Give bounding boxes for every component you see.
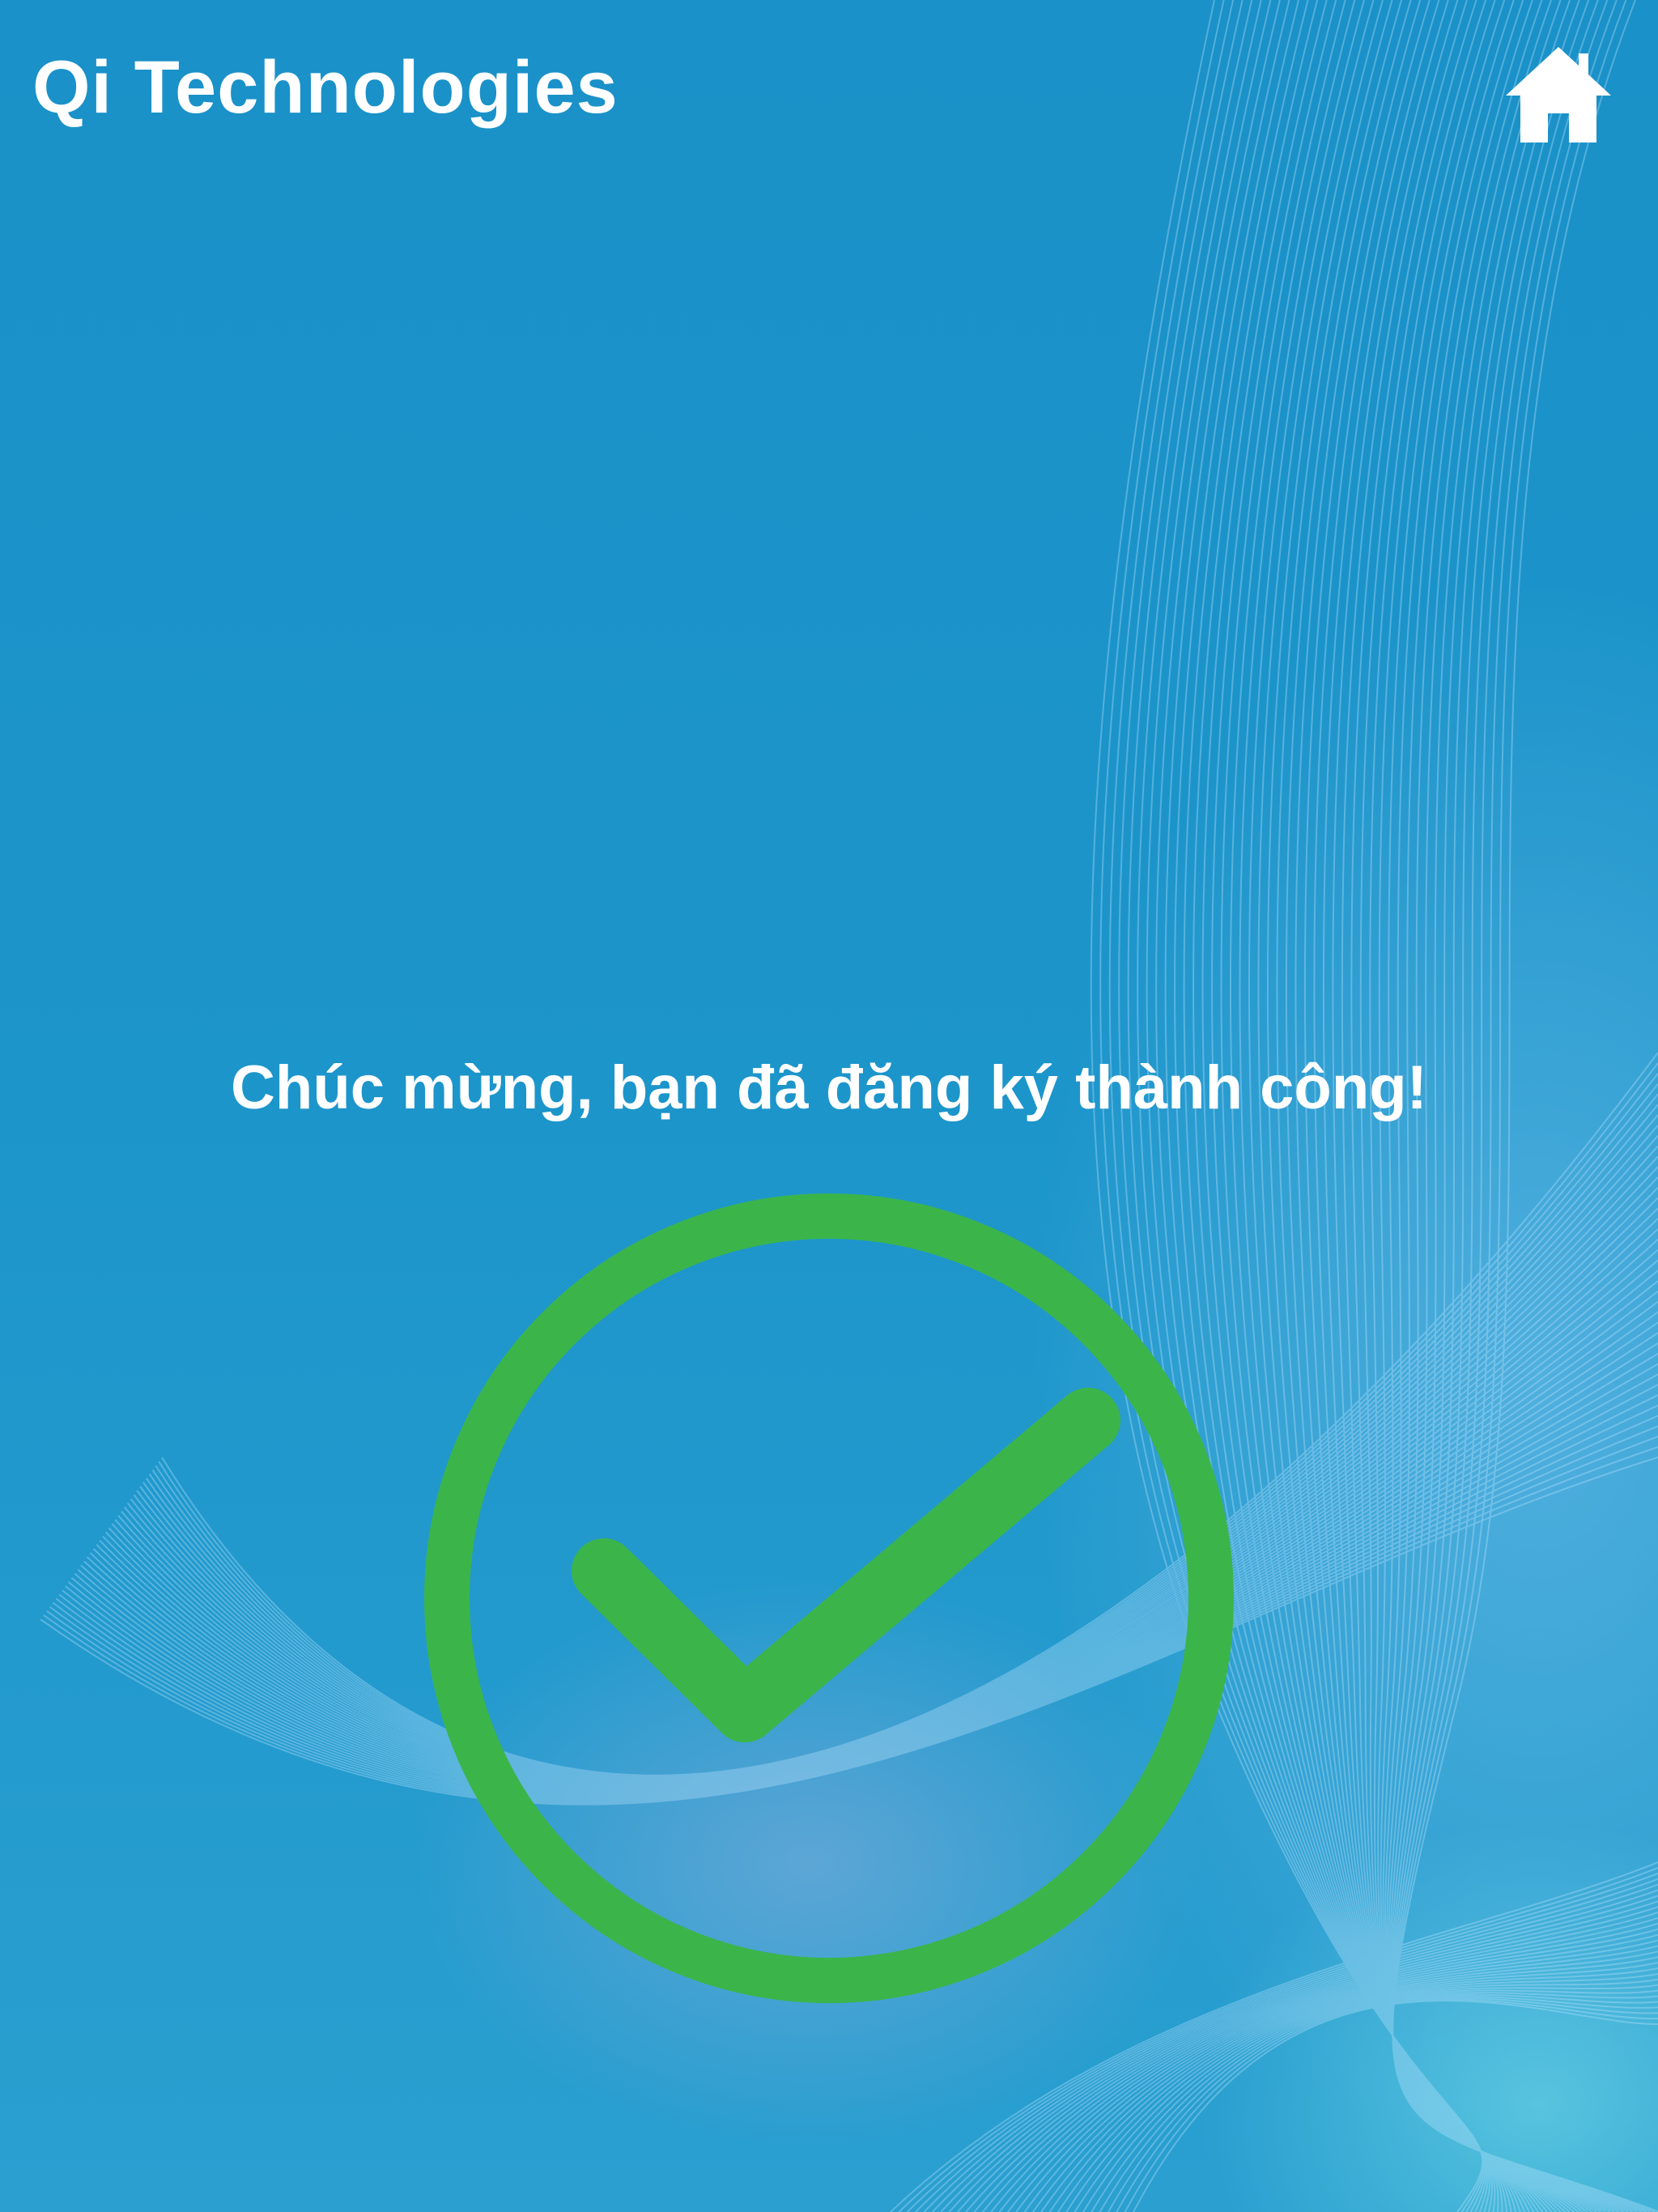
home-icon bbox=[1506, 47, 1611, 143]
success-indicator bbox=[423, 1192, 1235, 2005]
app-header: Qi Technologies bbox=[0, 0, 1658, 194]
home-button[interactable] bbox=[1501, 42, 1616, 147]
check-circle-icon bbox=[424, 1193, 1234, 2003]
success-message: Chúc mừng, bạn đã đăng ký thành công! bbox=[231, 1053, 1427, 1122]
app-title: Qi Technologies bbox=[32, 46, 619, 129]
